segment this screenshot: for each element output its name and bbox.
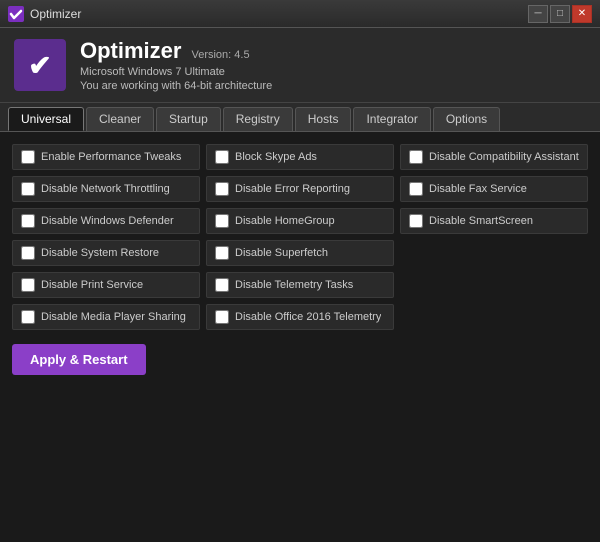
checkbox-input[interactable]	[21, 310, 35, 324]
checkbox-label: Disable Office 2016 Telemetry	[235, 311, 381, 323]
checkbox-item[interactable]: Disable Media Player Sharing	[12, 304, 200, 330]
app-title-block: Optimizer Version: 4.5 Microsoft Windows…	[80, 38, 272, 92]
checkbox-label: Disable SmartScreen	[429, 215, 533, 227]
empty-cell	[400, 240, 588, 266]
title-bar: Optimizer ─ □ ✕	[0, 0, 600, 28]
checkbox-item[interactable]: Disable Fax Service	[400, 176, 588, 202]
empty-cell	[400, 272, 588, 298]
checkbox-item[interactable]: Enable Performance Tweaks	[12, 144, 200, 170]
checkbox-label: Block Skype Ads	[235, 151, 317, 163]
tab-startup[interactable]: Startup	[156, 107, 221, 131]
checkbox-grid: Enable Performance Tweaks Block Skype Ads…	[12, 144, 588, 330]
checkbox-item[interactable]: Disable SmartScreen	[400, 208, 588, 234]
checkbox-label: Enable Performance Tweaks	[41, 151, 181, 163]
checkbox-input[interactable]	[215, 214, 229, 228]
checkbox-label: Disable Fax Service	[429, 183, 527, 195]
checkbox-item[interactable]: Block Skype Ads	[206, 144, 394, 170]
checkbox-label: Disable HomeGroup	[235, 215, 335, 227]
window-controls: ─ □ ✕	[528, 5, 592, 23]
app-logo: ✔	[14, 39, 66, 91]
tab-universal[interactable]: Universal	[8, 107, 84, 131]
window-title: Optimizer	[30, 7, 81, 21]
checkbox-input[interactable]	[409, 150, 423, 164]
app-icon	[8, 6, 24, 22]
checkbox-input[interactable]	[409, 182, 423, 196]
checkbox-label: Disable System Restore	[41, 247, 159, 259]
checkbox-label: Disable Compatibility Assistant	[429, 151, 579, 163]
tab-cleaner[interactable]: Cleaner	[86, 107, 154, 131]
checkbox-input[interactable]	[215, 150, 229, 164]
checkbox-label: Disable Network Throttling	[41, 183, 170, 195]
checkbox-item[interactable]: Disable Office 2016 Telemetry	[206, 304, 394, 330]
checkbox-item[interactable]: Disable System Restore	[12, 240, 200, 266]
checkbox-item[interactable]: Disable Compatibility Assistant	[400, 144, 588, 170]
checkbox-input[interactable]	[215, 310, 229, 324]
logo-checkmark: ✔	[28, 49, 51, 82]
checkbox-label: Disable Superfetch	[235, 247, 328, 259]
checkbox-input[interactable]	[215, 278, 229, 292]
checkbox-label: Disable Telemetry Tasks	[235, 279, 353, 291]
checkbox-item[interactable]: Disable Telemetry Tasks	[206, 272, 394, 298]
checkbox-input[interactable]	[215, 182, 229, 196]
tab-registry[interactable]: Registry	[223, 107, 293, 131]
checkbox-label: Disable Print Service	[41, 279, 143, 291]
checkbox-item[interactable]: Disable Windows Defender	[12, 208, 200, 234]
checkbox-item[interactable]: Disable Print Service	[12, 272, 200, 298]
checkbox-item[interactable]: Disable Network Throttling	[12, 176, 200, 202]
checkbox-input[interactable]	[21, 246, 35, 260]
maximize-button[interactable]: □	[550, 5, 570, 23]
tabs-bar: UniversalCleanerStartupRegistryHostsInte…	[0, 103, 600, 132]
apply-restart-button[interactable]: Apply & Restart	[12, 344, 146, 375]
checkbox-input[interactable]	[215, 246, 229, 260]
checkbox-label: Disable Error Reporting	[235, 183, 350, 195]
close-button[interactable]: ✕	[572, 5, 592, 23]
checkbox-item[interactable]: Disable HomeGroup	[206, 208, 394, 234]
checkbox-item[interactable]: Disable Error Reporting	[206, 176, 394, 202]
checkbox-input[interactable]	[21, 150, 35, 164]
checkbox-input[interactable]	[21, 278, 35, 292]
empty-cell	[400, 304, 588, 330]
checkbox-label: Disable Windows Defender	[41, 215, 174, 227]
tab-options[interactable]: Options	[433, 107, 500, 131]
minimize-button[interactable]: ─	[528, 5, 548, 23]
tab-integrator[interactable]: Integrator	[353, 107, 430, 131]
checkbox-item[interactable]: Disable Superfetch	[206, 240, 394, 266]
checkbox-input[interactable]	[21, 182, 35, 196]
app-header: ✔ Optimizer Version: 4.5 Microsoft Windo…	[0, 28, 600, 103]
system-info-line2: You are working with 64-bit architecture	[80, 80, 272, 92]
app-version: Version: 4.5	[191, 49, 249, 61]
system-info-line1: Microsoft Windows 7 Ultimate	[80, 66, 272, 78]
app-name: Optimizer	[80, 38, 181, 64]
checkbox-input[interactable]	[21, 214, 35, 228]
tab-hosts[interactable]: Hosts	[295, 107, 352, 131]
main-content: Enable Performance Tweaks Block Skype Ads…	[0, 132, 600, 387]
checkbox-input[interactable]	[409, 214, 423, 228]
checkbox-label: Disable Media Player Sharing	[41, 311, 186, 323]
